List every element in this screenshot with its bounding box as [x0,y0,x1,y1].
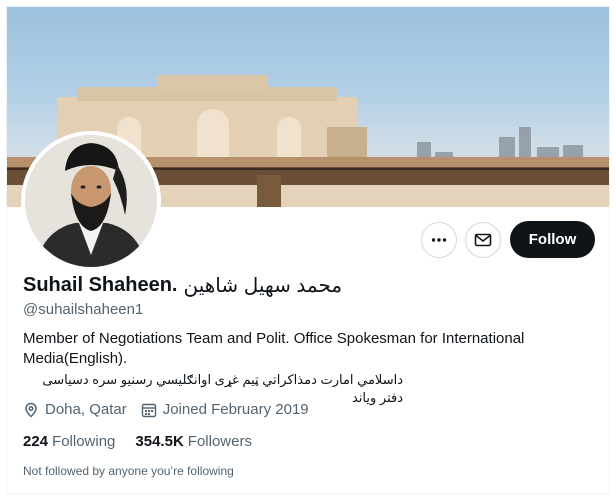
envelope-icon [474,233,492,247]
profile-avatar[interactable] [21,131,161,271]
following-link[interactable]: 224 Following [23,433,115,450]
profile-bio: Member of Negotiations Team and Polit. O… [23,330,525,367]
following-count: 224 [23,433,49,450]
location-text: Doha, Qatar [45,401,127,418]
avatar-image [25,135,157,267]
display-name: Suhail Shaheen. [23,274,178,296]
profile-name-row: Suhail Shaheen. محمد سهیل شاهین [23,273,342,298]
location-item: Doha, Qatar [23,401,127,418]
more-horizontal-icon [431,238,447,242]
display-name-arabic: محمد سهیل شاهین [183,275,343,297]
followers-link[interactable]: 354.5K Followers [135,433,252,450]
profile-card: Follow Suhail Shaheen. محمد سهیل شاهین @… [6,6,610,494]
followers-count: 354.5K [135,433,184,450]
following-label: Following [52,433,116,450]
profile-meta: Doha, Qatar Joined February 2019 [23,401,323,418]
follow-button[interactable]: Follow [510,221,595,258]
location-pin-icon [25,402,37,418]
message-button[interactable] [465,222,501,258]
calendar-icon [141,403,156,417]
more-options-button[interactable] [421,222,457,258]
not-followed-notice: Not followed by anyone you’re following [23,464,234,478]
followers-label: Followers [187,433,252,450]
profile-handle: @suhailshaheen1 [23,301,144,318]
follow-stats: 224 Following 354.5K Followers [23,433,272,450]
joined-text: Joined February 2019 [162,401,309,418]
joined-item: Joined February 2019 [141,401,309,418]
